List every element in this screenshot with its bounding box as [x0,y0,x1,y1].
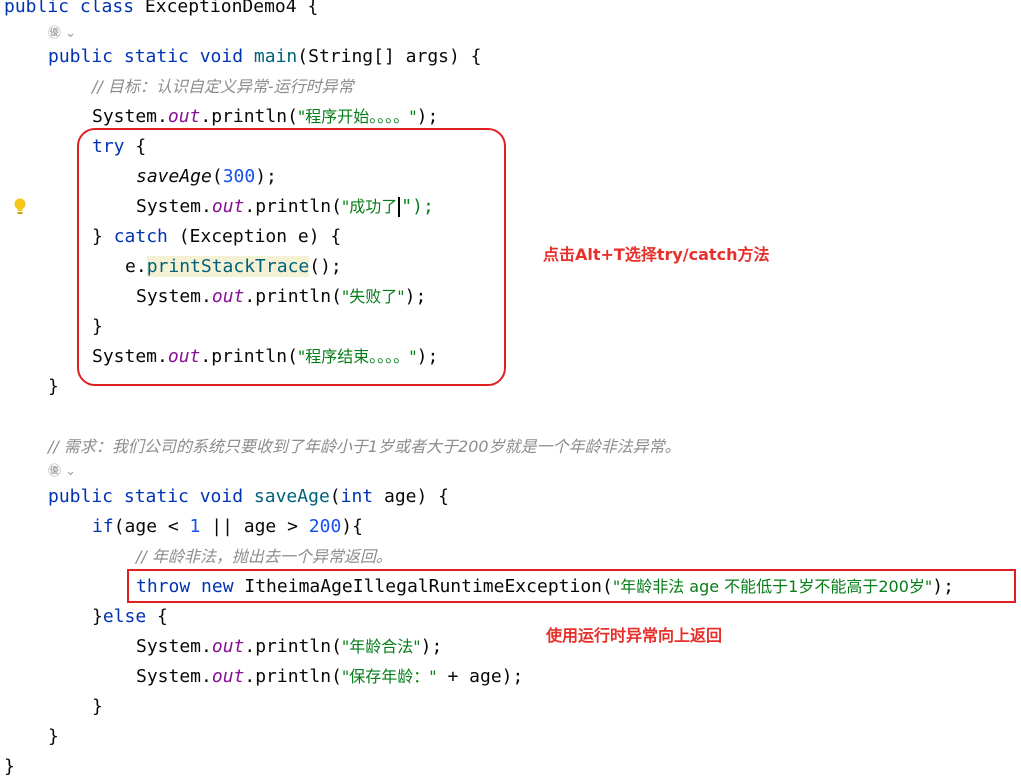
brace: { [146,606,168,627]
keyword: public static void [48,46,244,67]
number-literal: 200 [308,516,342,537]
code-line-close-else[interactable]: } [92,692,103,722]
type-keyword: int [340,486,374,507]
keyword: public static void [48,486,244,507]
code-comment-requirement[interactable]: // 需求：我们公司的系统只要收到了年龄小于1岁或者大于200岁就是一个年龄非法… [48,432,681,462]
out-field: out [211,636,245,657]
out-field: out [167,106,201,127]
string-literal: "程序开始。。。。" [297,107,417,126]
code-line-else[interactable]: }else { [92,602,168,632]
condition: ){ [341,516,363,537]
code-line-print-save[interactable]: System.out.println("保存年龄：" + age); [136,662,523,692]
brace: } [48,726,59,747]
println: .println( [200,106,298,127]
string-literal: "保存年龄：" [341,667,437,686]
paren: ( [329,486,341,507]
close-paren: ); [420,636,443,657]
code-line-print-legal[interactable]: System.out.println("年龄合法"); [136,632,442,662]
comment-text: // 需求：我们公司的系统只要收到了年龄小于1岁或者大于200岁就是一个年龄非法… [48,437,681,456]
number-literal: 1 [189,516,201,537]
class-name: ExceptionDemo4 [144,0,297,17]
condition: || age > [200,516,309,537]
system: System. [136,666,212,687]
code-line-close-class[interactable]: } [4,752,15,782]
usage-hint-icon[interactable]: ㊝ ⌄ [48,462,76,482]
condition: (age < [113,516,190,537]
concat: + age); [436,666,524,687]
brace: { [307,0,319,17]
annotation-try-catch: 点击Alt+T选择try/catch方法 [543,245,770,264]
usage-hint-icon[interactable]: ㊝ ⌄ [48,24,76,44]
lightbulb-icon[interactable] [13,198,27,216]
out-field: out [211,666,245,687]
brace: } [4,756,15,777]
code-line-main-signature[interactable]: public static void main(String[] args) { [48,42,482,72]
comment-text: // 年龄非法，抛出去一个异常返回。 [136,547,392,566]
code-comment-goal[interactable]: // 目标：认识自定义异常-运行时异常 [92,72,354,102]
keyword: public class [4,0,135,17]
code-line-if[interactable]: if(age < 1 || age > 200){ [92,512,363,542]
system: System. [136,636,212,657]
params: (String[] args) { [297,46,482,67]
string-literal: "年龄合法" [341,637,421,656]
if-keyword: if [92,516,114,537]
close-paren: ); [416,106,439,127]
brace: } [48,376,59,397]
params: age) { [373,486,449,507]
brace: } [92,696,103,717]
throw-highlight-box [127,569,1016,603]
println: .println( [244,636,342,657]
method-name: main [253,46,298,67]
method-name: saveAge [253,486,330,507]
comment-text: // 目标：认识自定义异常-运行时异常 [92,77,354,96]
code-line-saveage-signature[interactable]: public static void saveAge(int age) { [48,482,449,512]
code-line-close-main[interactable]: } [48,372,59,402]
code-line-class[interactable]: public class ExceptionDemo4 { [4,0,318,22]
try-catch-highlight-box [77,128,506,386]
else-keyword: else [102,606,147,627]
brace: } [92,606,103,627]
code-comment-illegal[interactable]: // 年龄非法，抛出去一个异常返回。 [136,542,392,572]
code-line-close-method[interactable]: } [48,722,59,752]
annotation-runtime-exception: 使用运行时异常向上返回 [546,626,723,645]
system: System. [92,106,168,127]
println: .println( [244,666,342,687]
